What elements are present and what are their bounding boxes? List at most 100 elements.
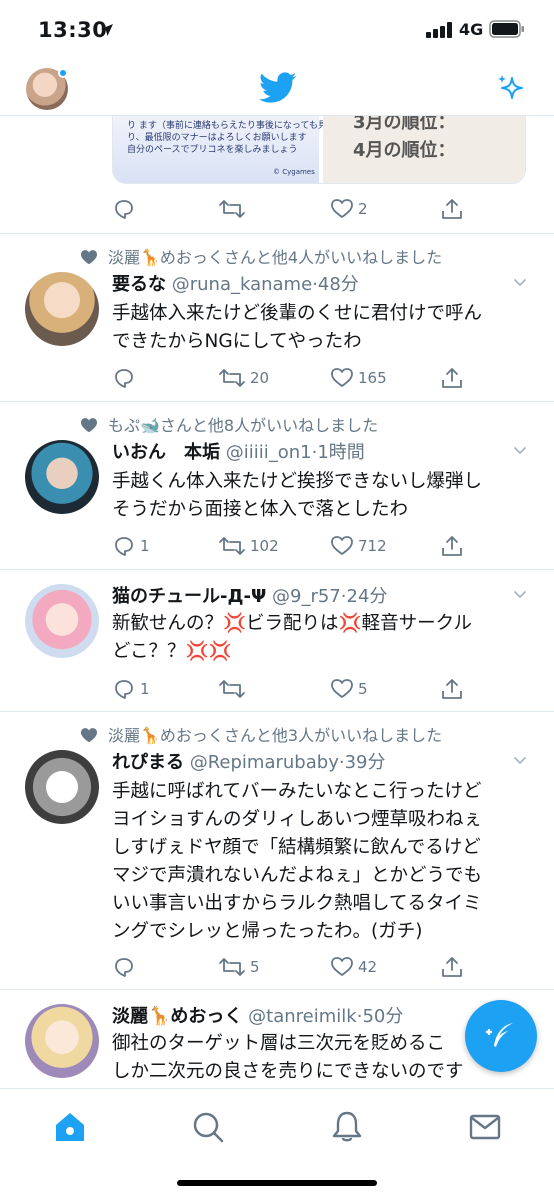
user-avatar[interactable]: [25, 440, 99, 514]
chevron-down-icon[interactable]: [512, 442, 528, 462]
display-name[interactable]: 猫のチュール-Д-Ψ: [112, 586, 266, 607]
tweet-text: 手越体入来たけど後輩のくせに君付けで呼ん できたからNGにしてやったわ: [112, 300, 522, 356]
like-button[interactable]: 5: [330, 676, 368, 702]
social-context[interactable]: 淡麗🦒めおっくさんと他3人がいいねしました: [80, 722, 442, 747]
network-type: 4G: [459, 20, 484, 39]
like-button[interactable]: 712: [330, 533, 387, 559]
sparkle-icon[interactable]: [495, 72, 527, 108]
share-button[interactable]: [440, 196, 464, 222]
like-button[interactable]: 2: [330, 196, 368, 222]
media-rank-text: 4月の順位：: [353, 140, 456, 161]
reply-icon: [115, 958, 133, 977]
social-context-text: もぷ🐋さんと他8人がいいねしました: [108, 416, 379, 435]
display-name[interactable]: 要るな: [112, 274, 166, 295]
twitter-bird-icon[interactable]: [259, 72, 297, 108]
reply-button[interactable]: [112, 365, 140, 391]
tab-search[interactable]: [188, 1107, 228, 1147]
reply-button[interactable]: 1: [112, 533, 150, 559]
display-name[interactable]: いおん 本垢: [112, 442, 220, 463]
retweet-button[interactable]: 102: [218, 533, 279, 559]
tweet-time: 24分: [346, 586, 388, 607]
user-avatar[interactable]: [25, 750, 99, 824]
like-count: 712: [358, 537, 387, 555]
retweet-button[interactable]: 20: [218, 365, 269, 391]
like-count: 165: [358, 369, 387, 387]
tweet-text-line: しか二次元の良さを売りにできないのです: [112, 1061, 464, 1082]
tweet-media[interactable]: り ます（事前に連絡もらえたり事後になっても見て り、最低限のマナーはよろしくお…: [112, 116, 526, 184]
battery-icon: [489, 20, 525, 42]
tweet-text-line: 手越に呼ばれてバーみたいなとこ行ったけど: [112, 781, 482, 802]
user-handle[interactable]: @iiiii_on1: [226, 442, 312, 463]
like-button[interactable]: 42: [330, 954, 377, 980]
chevron-down-icon[interactable]: [512, 752, 528, 772]
tab-notifications[interactable]: [327, 1107, 367, 1147]
share-button[interactable]: [440, 533, 464, 559]
chevron-down-icon[interactable]: [512, 586, 528, 606]
reply-icon: [115, 200, 133, 219]
tweet-time: 48分: [317, 274, 359, 295]
reply-button[interactable]: [112, 954, 140, 980]
share-button[interactable]: [440, 676, 464, 702]
heart-filled-icon: [80, 249, 98, 269]
retweet-button[interactable]: 5: [218, 954, 260, 980]
tweet-time: 50分: [362, 1006, 404, 1027]
tweet-text-line: そうだから面接と体入で落としたわ: [112, 499, 409, 520]
tweet-actions: 2: [112, 196, 472, 222]
timeline-feed[interactable]: り ます（事前に連絡もらえたり事後になっても見て り、最低限のマナーはよろしくお…: [0, 116, 554, 1088]
tweet-text-line: できたからNGにしてやったわ: [112, 331, 362, 352]
reply-button[interactable]: [112, 196, 140, 222]
retweet-button[interactable]: [218, 676, 250, 702]
social-context[interactable]: もぷ🐋さんと他8人がいいねしました: [80, 412, 378, 437]
media-copyright: © Cygames: [273, 168, 315, 176]
tweet-text-line: 御社のターゲット層は三次元を貶めるこ: [112, 1033, 446, 1054]
user-avatar[interactable]: [25, 272, 99, 346]
tweet-text: 御社のターゲット層は三次元を貶めるこ しか二次元の良さを売りにできないのです: [112, 1030, 522, 1086]
user-handle[interactable]: @tanreimilk: [248, 1006, 357, 1027]
tweet-item[interactable]: 淡麗🦒めおっくさんと他4人がいいねしました 要るな @runa_kaname·48…: [0, 234, 554, 402]
share-icon: [442, 536, 462, 556]
tweet-item[interactable]: り ます（事前に連絡もらえたり事後になっても見て り、最低限のマナーはよろしくお…: [0, 116, 554, 234]
share-button[interactable]: [440, 365, 464, 391]
like-icon: [331, 679, 353, 698]
social-context-text: 淡麗🦒めおっくさんと他3人がいいねしました: [108, 726, 443, 745]
tweet-text-line: しすげぇドヤ顔で「結構頻繁に飲んでるけど: [112, 837, 481, 858]
user-handle[interactable]: @Repimarubaby: [190, 752, 339, 773]
user-avatar[interactable]: [25, 584, 99, 658]
tab-home[interactable]: [50, 1107, 90, 1147]
display-name[interactable]: 淡麗🦒めおっく: [112, 1006, 242, 1027]
search-icon: [193, 1112, 224, 1143]
tweet-item[interactable]: もぷ🐋さんと他8人がいいねしました いおん 本垢 @iiiii_on1·1時間 手越…: [0, 402, 554, 570]
tweet-text-line: 手越くん体入来たけど挨拶できないし爆弾し: [112, 471, 483, 492]
tab-messages[interactable]: [465, 1107, 505, 1147]
reply-button[interactable]: 1: [112, 676, 150, 702]
social-context[interactable]: 淡麗🦒めおっくさんと他4人がいいねしました: [80, 244, 442, 269]
reply-icon: [115, 537, 133, 556]
tweet-text: 手越に呼ばれてバーみたいなとこ行ったけど ヨイショすんのダリィしあいつ煙草吸わねぇ…: [112, 778, 522, 946]
display-name[interactable]: れぴまる: [112, 752, 184, 773]
retweet-button[interactable]: [218, 196, 250, 222]
chevron-down-icon[interactable]: [512, 274, 528, 294]
tweet-text-line: 新歓せんの？💢ビラ配りは💢軽音サークル: [112, 613, 473, 634]
user-handle[interactable]: @runa_kaname: [172, 274, 312, 295]
user-handle[interactable]: @9_r57: [272, 586, 341, 607]
reply-count: 1: [140, 537, 150, 555]
compose-tweet-button[interactable]: [465, 1000, 537, 1072]
tweet-actions: 20 165: [112, 365, 472, 391]
like-count: 42: [358, 958, 378, 976]
like-count: 5: [358, 680, 368, 698]
retweet-count: 102: [250, 537, 279, 555]
user-avatar[interactable]: [25, 1004, 99, 1078]
social-context-text: 淡麗🦒めおっくさんと他4人がいいねしました: [108, 248, 443, 267]
tweet-item[interactable]: 猫のチュール-Д-Ψ @9_r57·24分 新歓せんの？💢ビラ配りは💢軽音サークル…: [0, 570, 554, 712]
tweet-item[interactable]: 淡麗🦒めおっくさんと他3人がいいねしました れぴまる @Repimarubaby·…: [0, 712, 554, 990]
bell-icon: [332, 1111, 362, 1142]
retweet-count: 5: [250, 958, 260, 976]
tweet-actions: 15: [112, 676, 472, 702]
like-button[interactable]: 165: [330, 365, 387, 391]
mail-icon: [469, 1114, 501, 1140]
reply-icon: [115, 680, 133, 699]
tweet-text-line: マジで声潰れないんだよねぇ」とかどうでも: [112, 865, 483, 886]
like-icon: [331, 536, 353, 555]
retweet-icon: [219, 200, 245, 218]
share-button[interactable]: [440, 954, 464, 980]
